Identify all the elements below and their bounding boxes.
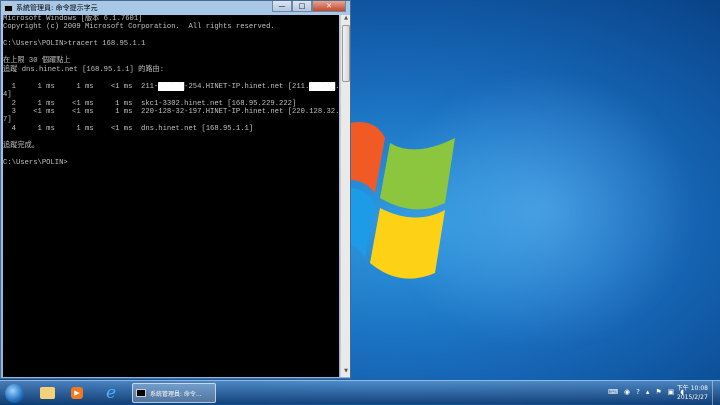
taskbar-item-cmd[interactable]: 系統管理員: 命令... bbox=[132, 383, 216, 403]
close-button[interactable]: ✕ bbox=[312, 1, 346, 12]
console-line: 1 1 ms 1 ms <1 ms 211-██████-254.HINET-I… bbox=[3, 82, 339, 92]
console-line: Microsoft Windows [版本 6.1.7601] bbox=[3, 15, 339, 23]
console-line: 7] bbox=[3, 116, 339, 124]
media-player-button[interactable]: ▶ bbox=[66, 383, 88, 403]
taskbar: ▶ e 系統管理員: 命令... ⌨ ◉ ? ▴ ⚑ ▣ ◖ 下午 10:08 … bbox=[0, 380, 720, 405]
minimize-button[interactable]: — bbox=[272, 1, 292, 12]
console-line: 追蹤 dns.hinet.net [168.95.1.1] 的路由: bbox=[3, 66, 339, 74]
windows-orb-icon bbox=[4, 383, 24, 403]
cmd-icon bbox=[136, 389, 146, 397]
show-desktop-button[interactable] bbox=[712, 381, 720, 405]
help-icon[interactable]: ? bbox=[636, 388, 640, 396]
maximize-button[interactable]: □ bbox=[292, 1, 312, 12]
console-text: Microsoft Windows [版本 6.1.7601] Copyright… bbox=[3, 15, 339, 167]
media-player-icon: ▶ bbox=[71, 387, 83, 399]
explorer-button[interactable] bbox=[36, 383, 58, 403]
clock-time: 下午 10:08 bbox=[676, 385, 708, 392]
console-text-segment: Microsoft Windows [版本 6.1.7601] bbox=[3, 15, 143, 23]
command-prompt-window[interactable]: 系統管理員: 命令提示字元 — □ ✕ Microsoft Windows [版… bbox=[0, 0, 351, 379]
console-text-segment: C:\Users\POLIN> bbox=[3, 158, 68, 167]
console-line: 2 1 ms <1 ms 1 ms skc1-3302.hinet.net [1… bbox=[3, 100, 339, 108]
internet-explorer-button[interactable]: e bbox=[100, 383, 122, 403]
taskbar-item-label: 系統管理員: 命令... bbox=[150, 390, 202, 398]
network-icon[interactable]: ▣ bbox=[668, 388, 675, 396]
console-line: C:\Users\POLIN> bbox=[3, 159, 339, 167]
vertical-scrollbar[interactable]: ▲ ▼ bbox=[340, 15, 350, 377]
console-text-segment: 追蹤完成。 bbox=[3, 141, 39, 150]
window-title: 系統管理員: 命令提示字元 bbox=[16, 4, 98, 12]
start-button[interactable] bbox=[2, 383, 26, 403]
redaction-mask: ██████ bbox=[158, 82, 185, 92]
console-text-segment: 4] bbox=[3, 91, 12, 100]
console-text-segment: Copyright (c) 2009 Microsoft Corporation… bbox=[3, 23, 275, 32]
clock[interactable]: 下午 10:08 2015/2/27 bbox=[677, 384, 708, 402]
console-text-segment: 2 1 ms <1 ms 1 ms skc1-3302.hinet.net [1… bbox=[3, 99, 297, 108]
console-output[interactable]: Microsoft Windows [版本 6.1.7601] Copyright… bbox=[3, 15, 339, 377]
console-text-segment: -254.HINET-IP.hinet.net [211. bbox=[184, 82, 310, 91]
redaction-mask: ██████ bbox=[309, 82, 336, 92]
console-line: C:\Users\POLIN>tracert 168.95.1.1 bbox=[3, 40, 339, 48]
console-line: 在上限 30 個躍點上 bbox=[3, 57, 339, 65]
windows-logo bbox=[345, 122, 455, 279]
title-bar[interactable]: 系統管理員: 命令提示字元 — □ ✕ bbox=[1, 1, 350, 15]
cmd-icon bbox=[4, 4, 13, 12]
console-text-segment: C:\Users\POLIN>tracert 168.95.1.1 bbox=[3, 40, 146, 49]
clock-date: 2015/2/27 bbox=[677, 394, 708, 401]
console-line: 4 1 ms 1 ms <1 ms dns.hinet.net [168.95.… bbox=[3, 125, 339, 133]
ime-icon[interactable]: ◉ bbox=[624, 388, 630, 396]
console-text-segment: 4 1 ms 1 ms <1 ms dns.hinet.net [168.95.… bbox=[3, 124, 254, 133]
console-text-segment: 7] bbox=[3, 116, 12, 125]
ie-icon: e bbox=[105, 383, 117, 403]
console-text-segment: 3 <1 ms <1 ms 1 ms 220-128-32-197.HINET-… bbox=[3, 107, 339, 116]
console-line: 追蹤完成。 bbox=[3, 142, 339, 150]
console-text-segment: 1 1 ms 1 ms <1 ms 211- bbox=[3, 82, 159, 91]
console-line: Copyright (c) 2009 Microsoft Corporation… bbox=[3, 23, 339, 31]
system-tray: ⌨ ◉ ? ▴ ⚑ ▣ ◖ bbox=[608, 388, 684, 396]
console-line: 3 <1 ms <1 ms 1 ms 220-128-32-197.HINET-… bbox=[3, 108, 339, 116]
console-text-segment: 追蹤 dns.hinet.net [168.95.1.1] 的路由: bbox=[3, 65, 165, 74]
console-text-segment: 在上限 30 個躍點上 bbox=[3, 57, 71, 66]
console-line: 4] bbox=[3, 91, 339, 99]
folder-icon bbox=[39, 387, 55, 399]
scroll-up-arrow[interactable]: ▲ bbox=[341, 15, 351, 24]
scroll-thumb[interactable] bbox=[342, 25, 350, 82]
keyboard-icon[interactable]: ⌨ bbox=[608, 388, 618, 396]
action-center-icon[interactable]: ⚑ bbox=[655, 388, 661, 396]
console-text-segment: .25 bbox=[335, 83, 339, 91]
scroll-down-arrow[interactable]: ▼ bbox=[341, 368, 351, 377]
show-hidden-icons[interactable]: ▴ bbox=[646, 388, 650, 396]
